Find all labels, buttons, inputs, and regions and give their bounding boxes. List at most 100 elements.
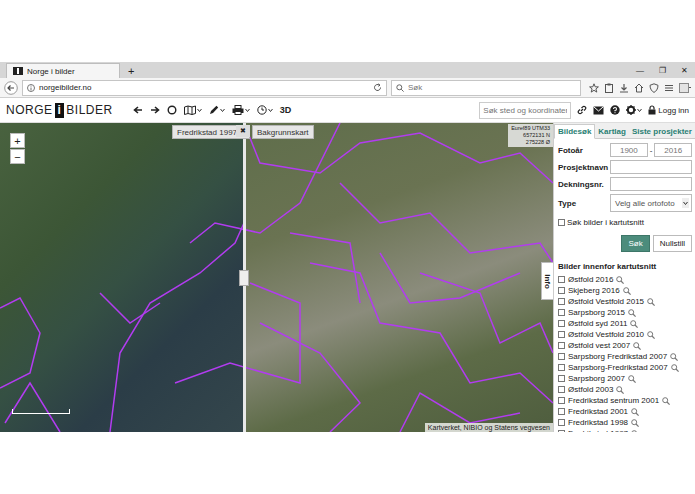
type-value[interactable]: Velg alle ortofoto bbox=[615, 199, 680, 208]
circle-icon[interactable] bbox=[167, 105, 177, 115]
search-in-view-label[interactable]: Søk bilder i kartutsnitt bbox=[567, 218, 644, 227]
star-icon[interactable] bbox=[589, 83, 599, 93]
info-icon[interactable] bbox=[27, 84, 35, 92]
3d-button[interactable]: 3D bbox=[280, 105, 292, 115]
zoom-to-icon[interactable] bbox=[671, 364, 679, 372]
checkbox[interactable] bbox=[558, 320, 565, 327]
image-item-label[interactable]: Fredrikstad 2001 bbox=[568, 407, 628, 416]
zoom-to-icon[interactable] bbox=[616, 276, 624, 284]
arrow-right-icon[interactable] bbox=[150, 105, 160, 115]
field-input[interactable] bbox=[610, 160, 692, 174]
checkbox[interactable] bbox=[558, 287, 565, 294]
image-item-label[interactable]: Sarpsborg 2007 bbox=[568, 374, 625, 383]
draw-dropdown[interactable] bbox=[209, 105, 225, 115]
image-item-label[interactable]: Fredrikstad 1998 bbox=[568, 418, 628, 427]
caret-icon[interactable] bbox=[197, 105, 202, 115]
background-map[interactable] bbox=[244, 123, 553, 432]
info-label[interactable]: Info bbox=[543, 274, 552, 289]
checkbox[interactable] bbox=[558, 386, 565, 393]
panel-button[interactable]: Søk bbox=[621, 235, 649, 252]
checkbox[interactable] bbox=[558, 408, 565, 415]
caret-icon[interactable] bbox=[220, 105, 225, 115]
image-item[interactable]: Skjeberg 2016 bbox=[558, 285, 692, 296]
zoom-to-icon[interactable] bbox=[647, 331, 655, 339]
checkbox[interactable] bbox=[558, 397, 565, 404]
image-item-label[interactable]: Fredrikstad sentrum 2001 bbox=[568, 396, 659, 405]
zoom-to-icon[interactable] bbox=[628, 375, 636, 383]
url-field[interactable]: norgeibilder.no bbox=[22, 80, 387, 96]
field-input[interactable] bbox=[610, 177, 692, 191]
link-icon[interactable] bbox=[577, 105, 587, 115]
image-item-label[interactable]: Østfold syd 2011 bbox=[568, 319, 627, 328]
caret-icon[interactable] bbox=[245, 105, 250, 115]
checkbox[interactable] bbox=[558, 298, 565, 305]
info-tab[interactable]: Info bbox=[541, 262, 553, 300]
print-dropdown[interactable] bbox=[232, 105, 250, 115]
zoom-to-icon[interactable] bbox=[631, 419, 639, 427]
panel-tab[interactable]: Kartlag bbox=[595, 125, 629, 138]
image-item[interactable]: Sarpsborg 2015 bbox=[558, 307, 692, 318]
login-label[interactable]: Logg inn bbox=[658, 106, 689, 115]
window-control[interactable]: ✕ bbox=[673, 62, 695, 78]
panel-button[interactable]: Nullstill bbox=[653, 235, 692, 252]
browser-search[interactable] bbox=[391, 80, 581, 96]
menu-icon[interactable] bbox=[664, 83, 674, 93]
map-icon[interactable] bbox=[184, 105, 196, 115]
image-item-label[interactable]: Sarpsborg-Fredrikstad 2007 bbox=[568, 363, 668, 372]
printer-icon[interactable] bbox=[232, 105, 244, 115]
image-item-label[interactable]: Sarpsborg 2015 bbox=[568, 308, 625, 317]
swipe-handle[interactable] bbox=[239, 270, 249, 286]
image-item[interactable]: Østfold Vestfold 2010 bbox=[558, 329, 692, 340]
year-to-input[interactable] bbox=[654, 143, 692, 157]
map[interactable]: Fredrikstad 1997✖Bakgrunnskart+−Euref89 … bbox=[0, 123, 553, 432]
arrow-left-icon[interactable] bbox=[133, 105, 143, 115]
checkbox[interactable] bbox=[558, 419, 565, 426]
year-from-input[interactable] bbox=[610, 143, 648, 157]
checkbox[interactable] bbox=[558, 219, 565, 226]
panel-tab[interactable]: Bildesøk bbox=[554, 124, 595, 139]
clipboard-icon[interactable] bbox=[604, 83, 614, 93]
zoom-to-icon[interactable] bbox=[631, 408, 639, 416]
place-search[interactable] bbox=[479, 102, 571, 119]
shield-icon[interactable] bbox=[649, 83, 659, 93]
zoom-to-icon[interactable] bbox=[616, 386, 624, 394]
chevron-icon[interactable] bbox=[682, 198, 689, 208]
panel-tab[interactable]: Siste prosjekter bbox=[629, 125, 695, 138]
image-item[interactable]: Østfold syd 2011 bbox=[558, 318, 692, 329]
image-item-label[interactable]: Sarpsborg Fredrikstad 2007 bbox=[568, 352, 667, 361]
zoom-to-icon[interactable] bbox=[623, 287, 631, 295]
image-item[interactable]: Østfold Vestfold 2015 bbox=[558, 296, 692, 307]
reload-icon[interactable] bbox=[373, 83, 382, 92]
window-control[interactable]: — bbox=[629, 62, 651, 78]
button-label[interactable]: Nullstill bbox=[660, 239, 685, 248]
image-item[interactable]: Sarpsborg Fredrikstad 2007 bbox=[558, 351, 692, 362]
image-item-label[interactable]: Østfold 2003 bbox=[568, 385, 613, 394]
image-item-label[interactable]: Østfold vest 2007 bbox=[568, 341, 630, 350]
zoom-in-button[interactable]: + bbox=[10, 133, 25, 148]
checkbox[interactable] bbox=[558, 331, 565, 338]
zoom-to-icon[interactable] bbox=[628, 309, 636, 317]
zoom-to-icon[interactable] bbox=[633, 342, 641, 350]
mail-icon[interactable] bbox=[593, 106, 604, 115]
window-control[interactable]: ❐ bbox=[651, 62, 673, 78]
help-icon[interactable] bbox=[610, 105, 620, 115]
checkbox[interactable] bbox=[558, 276, 565, 283]
image-item[interactable]: Østfold 2016 bbox=[558, 274, 692, 285]
back-icon[interactable] bbox=[4, 81, 18, 95]
logo[interactable]: NORGEiBILDER bbox=[6, 103, 113, 118]
image-item[interactable]: Fredrikstad sentrum 2001 bbox=[558, 395, 692, 406]
zoom-to-icon[interactable] bbox=[630, 320, 638, 328]
new-tab-button[interactable]: + bbox=[120, 64, 142, 78]
image-item-label[interactable]: Østfold 2016 bbox=[568, 275, 613, 284]
checkbox[interactable] bbox=[558, 353, 565, 360]
url-text[interactable]: norgeibilder.no bbox=[39, 83, 369, 92]
caret-icon[interactable] bbox=[637, 105, 642, 115]
tab-title[interactable]: Norge i bilder bbox=[27, 67, 75, 76]
aerial-photo[interactable] bbox=[0, 123, 244, 432]
checkbox[interactable] bbox=[558, 375, 565, 382]
type-select[interactable]: Velg alle ortofoto bbox=[610, 194, 692, 212]
checkbox[interactable] bbox=[558, 309, 565, 316]
time-dropdown[interactable] bbox=[257, 105, 273, 115]
image-item-label[interactable]: Østfold Vestfold 2015 bbox=[568, 297, 644, 306]
settings-dropdown[interactable] bbox=[626, 105, 642, 115]
